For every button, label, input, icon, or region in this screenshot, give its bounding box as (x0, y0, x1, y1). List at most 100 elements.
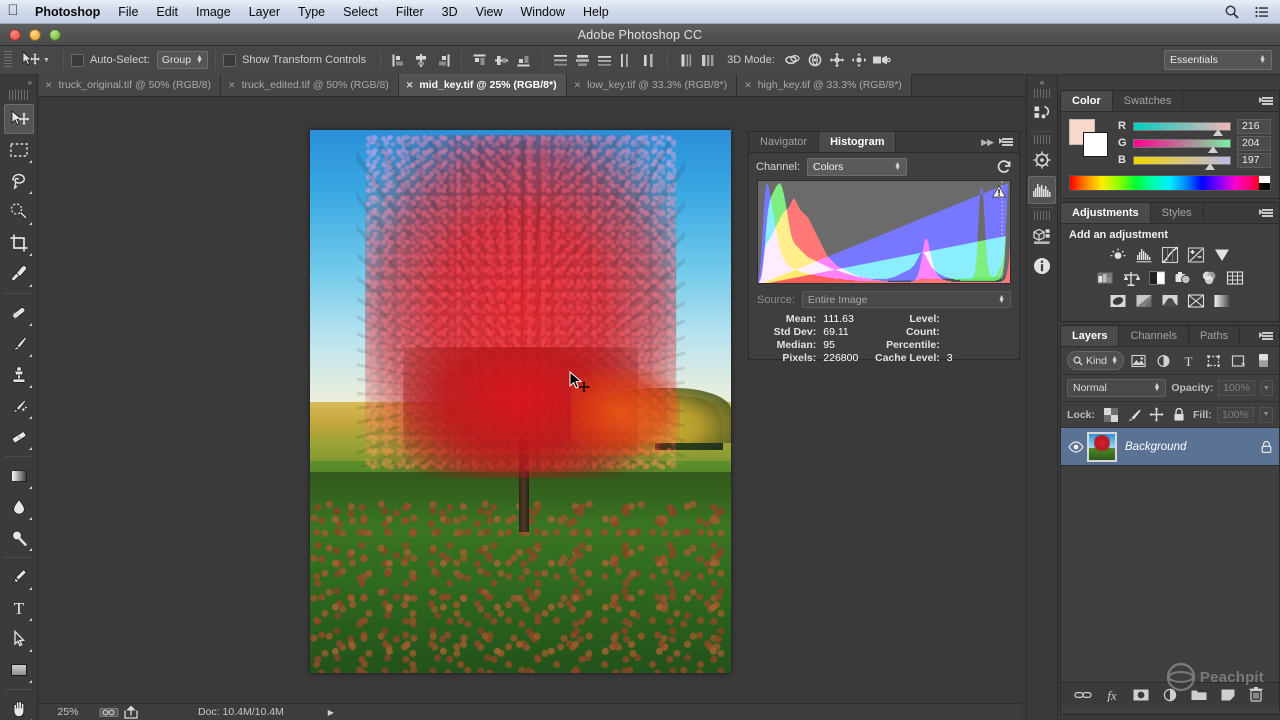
green-slider-knob[interactable] (1208, 146, 1218, 153)
3d-orbit-icon[interactable] (782, 50, 804, 70)
dodge-tool[interactable] (4, 523, 34, 553)
align-bottom-edges-icon[interactable] (513, 50, 535, 70)
menu-filter[interactable]: Filter (387, 0, 433, 24)
white-black-swatches[interactable] (1259, 176, 1270, 190)
levels-icon[interactable] (1133, 245, 1155, 265)
hue-saturation-icon[interactable] (1094, 268, 1116, 288)
blue-slider-knob[interactable] (1205, 163, 1215, 170)
image-canvas[interactable] (310, 130, 731, 673)
source-dropdown[interactable]: Entire Image ▲▼ (802, 291, 1011, 308)
color-spectrum-ramp[interactable] (1069, 175, 1271, 191)
lock-position-icon[interactable] (1148, 406, 1166, 423)
tab-color[interactable]: Color (1061, 91, 1113, 111)
layer-visibility-eye-icon[interactable] (1065, 441, 1087, 453)
panel-menu-icon[interactable] (999, 136, 1013, 148)
curves-icon[interactable] (1159, 245, 1181, 265)
expand-panel-icon[interactable]: ▶▶ (981, 137, 993, 148)
move-tool-icon[interactable] (17, 49, 43, 71)
green-slider-track[interactable] (1133, 139, 1231, 148)
close-icon[interactable]: ✕ (744, 80, 752, 91)
3d-scale-icon[interactable] (870, 50, 892, 70)
collapse-to-icons-icon[interactable]: « (1027, 75, 1057, 89)
rectangle-tool[interactable] (4, 655, 34, 685)
layer-thumbnail[interactable] (1087, 432, 1117, 462)
add-layer-mask-icon[interactable] (1131, 685, 1151, 705)
align-top-edges-icon[interactable] (469, 50, 491, 70)
history-panel-icon[interactable] (1028, 100, 1056, 128)
blend-mode-dropdown[interactable]: Normal ▲▼ (1067, 379, 1166, 397)
delete-layer-icon[interactable] (1246, 685, 1266, 705)
fill-value[interactable]: 100% (1217, 407, 1255, 423)
workspace-switcher[interactable]: Essentials ▲▼ (1164, 50, 1272, 70)
gradient-map-icon[interactable] (1185, 291, 1207, 311)
3d-roll-icon[interactable] (804, 50, 826, 70)
notification-center-icon[interactable] (1254, 4, 1270, 20)
menu-window[interactable]: Window (512, 0, 574, 24)
panel-menu-icon[interactable] (1259, 95, 1273, 107)
menu-edit[interactable]: Edit (147, 0, 187, 24)
posterize-icon[interactable] (1133, 291, 1155, 311)
spot-healing-brush-tool[interactable] (4, 298, 34, 328)
clone-stamp-tool[interactable] (4, 360, 34, 390)
red-slider-track[interactable] (1133, 122, 1231, 131)
cached-data-warning-icon[interactable] (992, 185, 1006, 198)
auto-select-scope-dropdown[interactable]: Group ▲▼ (157, 51, 208, 69)
tool-preset-chevron-icon[interactable]: ▼ (43, 57, 50, 64)
dock-grip-3[interactable] (1034, 211, 1050, 220)
color-lookup-icon[interactable] (1224, 268, 1246, 288)
align-horizontal-centers-icon[interactable] (410, 50, 432, 70)
zoom-level[interactable]: 25% (38, 706, 98, 718)
exposure-icon[interactable] (1185, 245, 1207, 265)
share-icon[interactable] (120, 706, 142, 719)
layer-name[interactable]: Background (1125, 441, 1253, 453)
fill-chevron-icon[interactable]: ▼ (1259, 407, 1273, 423)
threshold-icon[interactable] (1159, 291, 1181, 311)
red-value-field[interactable]: 216 (1237, 119, 1271, 134)
filter-toggle-icon[interactable] (1253, 351, 1273, 370)
align-right-edges-icon[interactable] (432, 50, 454, 70)
distribute-spacing-vertical-icon[interactable] (675, 50, 697, 70)
selective-color-icon[interactable] (1211, 291, 1233, 311)
layer-style-fx-icon[interactable]: fx (1102, 685, 1122, 705)
blue-slider-track[interactable] (1133, 156, 1231, 165)
3d-panel-icon[interactable] (1028, 222, 1056, 250)
tab-adjustments[interactable]: Adjustments (1061, 203, 1151, 223)
layer-filter-kind-dropdown[interactable]: Kind ▲▼ (1067, 351, 1124, 370)
menu-3d[interactable]: 3D (433, 0, 467, 24)
lock-image-pixels-icon[interactable] (1125, 406, 1143, 423)
align-left-edges-icon[interactable] (388, 50, 410, 70)
new-group-icon[interactable] (1189, 685, 1209, 705)
panel-menu-icon[interactable] (1259, 207, 1273, 219)
distribute-top-edges-icon[interactable] (550, 50, 572, 70)
distribute-vertical-centers-icon[interactable] (572, 50, 594, 70)
document-tab-truck-original[interactable]: ✕ truck_original.tif @ 50% (RGB/8) (38, 74, 221, 96)
canvas-area[interactable]: Navigator Histogram ▶▶ Channel: Colors ▲… (38, 97, 1020, 703)
menu-select[interactable]: Select (334, 0, 387, 24)
menu-view[interactable]: View (467, 0, 512, 24)
tab-swatches[interactable]: Swatches (1113, 91, 1184, 111)
tab-layers[interactable]: Layers (1061, 326, 1119, 346)
layer-row-background[interactable]: Background (1061, 428, 1279, 466)
info-panel-icon[interactable] (1028, 252, 1056, 280)
document-tab-truck-edited[interactable]: ✕ truck_edited.tif @ 50% (RGB/8) (221, 74, 399, 96)
green-value-field[interactable]: 204 (1237, 136, 1271, 151)
lasso-tool[interactable] (4, 166, 34, 196)
show-transform-controls-checkbox[interactable] (223, 54, 236, 67)
path-selection-tool[interactable] (4, 624, 34, 654)
channel-dropdown[interactable]: Colors ▲▼ (807, 158, 907, 176)
color-wheel-kuler-icon[interactable] (1028, 146, 1056, 174)
invert-icon[interactable] (1107, 291, 1129, 311)
background-color-swatch[interactable] (1083, 132, 1108, 157)
spotlight-search-icon[interactable] (1224, 4, 1240, 20)
vibrance-icon[interactable] (1211, 245, 1233, 265)
link-layers-icon[interactable] (1073, 685, 1093, 705)
tab-styles[interactable]: Styles (1151, 203, 1204, 223)
quick-selection-tool[interactable] (4, 197, 34, 227)
lock-all-icon[interactable] (1170, 406, 1188, 423)
auto-select-checkbox[interactable] (71, 54, 84, 67)
opacity-chevron-icon[interactable]: ▼ (1260, 380, 1273, 396)
brush-tool[interactable] (4, 329, 34, 359)
menu-layer[interactable]: Layer (240, 0, 289, 24)
document-tab-mid-key[interactable]: ✕ mid_key.tif @ 25% (RGB/8*) (399, 74, 567, 96)
preview-toggle-icon[interactable] (98, 707, 120, 718)
